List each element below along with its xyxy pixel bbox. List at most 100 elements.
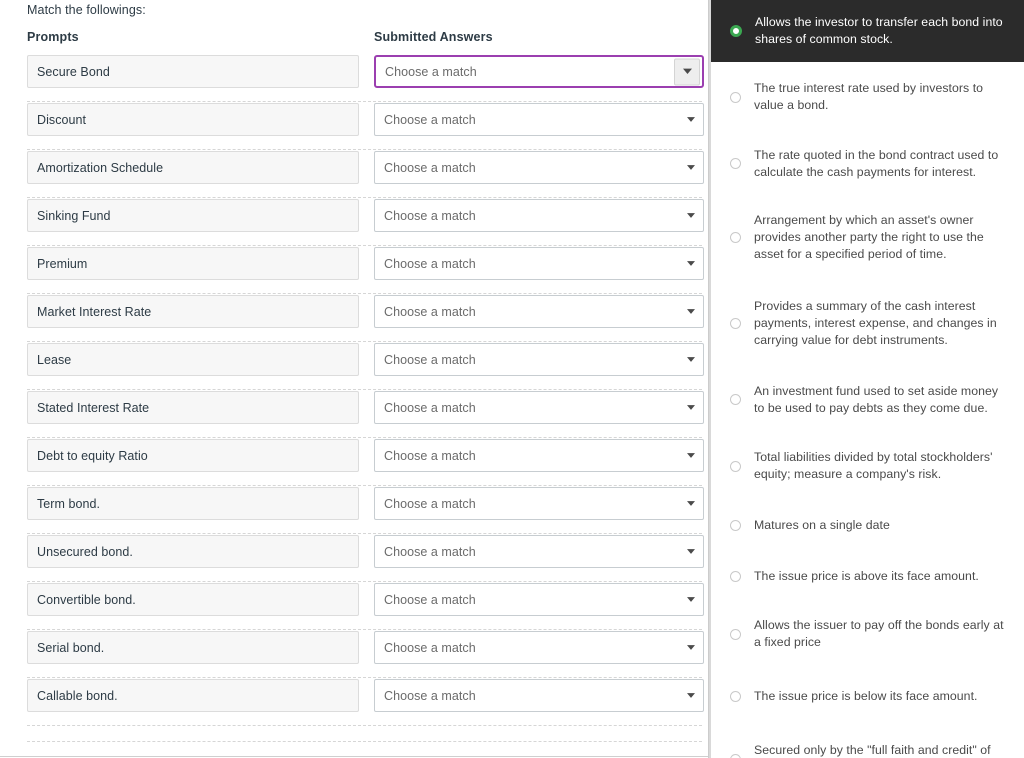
answer-bank-text: Secured only by the "full faith and cred…: [754, 743, 991, 757]
answer-select-value: Choose a match: [384, 592, 476, 607]
answer-select[interactable]: Choose a match: [374, 631, 704, 664]
chevron-down-icon[interactable]: [686, 307, 696, 317]
prompt-box: Market Interest Rate: [27, 295, 359, 328]
radio-button-icon[interactable]: [730, 460, 741, 472]
prompt-label: Secure Bond: [37, 64, 110, 79]
match-row: Debt to equity Ratio Choose a match: [0, 438, 710, 486]
chevron-down-icon[interactable]: [674, 58, 700, 85]
prompt-label: Lease: [37, 352, 72, 367]
radio-button-icon[interactable]: [730, 628, 741, 640]
prompt-box: Discount: [27, 103, 359, 136]
chevron-down-icon[interactable]: [686, 499, 696, 509]
prompt-box: Secure Bond: [27, 55, 359, 88]
answer-bank-item[interactable]: Allows the issuer to pay off the bonds e…: [711, 601, 1024, 667]
radio-button-icon[interactable]: [730, 519, 741, 531]
answer-bank-item[interactable]: Allows the investor to transfer each bon…: [711, 0, 1024, 62]
answer-bank-item[interactable]: Provides a summary of the cash interest …: [711, 280, 1024, 366]
chevron-down-icon[interactable]: [686, 355, 696, 365]
chevron-down-icon[interactable]: [686, 643, 696, 653]
answer-select-value: Choose a match: [384, 352, 476, 367]
answer-select[interactable]: Choose a match: [374, 247, 704, 280]
prompt-label: Convertible bond.: [37, 592, 136, 607]
column-headers: Prompts Submitted Answers: [0, 30, 710, 48]
answer-select[interactable]: Choose a match: [374, 55, 704, 88]
radio-button-icon[interactable]: [730, 753, 741, 758]
match-row: Sinking Fund Choose a match: [0, 198, 710, 246]
answer-select-value: Choose a match: [384, 544, 476, 559]
chevron-down-icon[interactable]: [686, 211, 696, 221]
answer-bank-item[interactable]: Total liabilities divided by total stock…: [711, 433, 1024, 499]
chevron-down-icon[interactable]: [686, 163, 696, 173]
answer-select-value: Choose a match: [385, 64, 477, 79]
prompt-box: Term bond.: [27, 487, 359, 520]
answer-bank-text: An investment fund used to set aside mon…: [754, 383, 999, 415]
match-row: Convertible bond. Choose a match: [0, 582, 710, 630]
radio-button-icon[interactable]: [730, 25, 742, 37]
answer-select[interactable]: Choose a match: [374, 343, 704, 376]
answer-select[interactable]: Choose a match: [374, 439, 704, 472]
prompt-box: Premium: [27, 247, 359, 280]
prompt-box: Stated Interest Rate: [27, 391, 359, 424]
answer-bank-text: Total liabilities divided by total stock…: [754, 450, 993, 481]
answer-bank-item[interactable]: Secured only by the "full faith and cred…: [711, 725, 1024, 758]
match-row: Discount Choose a match: [0, 102, 710, 150]
chevron-down-icon[interactable]: [686, 259, 696, 269]
match-row: Secure Bond Choose a match: [0, 54, 710, 102]
answer-bank-item[interactable]: An investment fund used to set aside mon…: [711, 366, 1024, 433]
bottom-rule: [0, 756, 710, 757]
answer-bank-text: Arrangement by which an asset's owner pr…: [754, 213, 984, 261]
match-row: Market Interest Rate Choose a match: [0, 294, 710, 342]
radio-button-icon[interactable]: [730, 158, 741, 169]
chevron-down-icon[interactable]: [686, 691, 696, 701]
answer-select[interactable]: Choose a match: [374, 151, 704, 184]
prompt-label: Term bond.: [37, 496, 101, 511]
match-row: Stated Interest Rate Choose a match: [0, 390, 710, 438]
prompt-box: Lease: [27, 343, 359, 376]
answer-select[interactable]: Choose a match: [374, 295, 704, 328]
answer-select-value: Choose a match: [384, 688, 476, 703]
answer-select-value: Choose a match: [384, 208, 476, 223]
answer-select-value: Choose a match: [384, 496, 476, 511]
answer-bank-item[interactable]: The true interest rate used by investors…: [711, 62, 1024, 132]
radio-button-icon[interactable]: [730, 394, 741, 405]
tail-divider: [27, 741, 702, 742]
answer-select[interactable]: Choose a match: [374, 535, 704, 568]
chevron-down-icon[interactable]: [686, 403, 696, 413]
radio-button-icon[interactable]: [730, 232, 741, 243]
answer-bank-text: Matures on a single date: [754, 517, 890, 532]
radio-button-icon[interactable]: [730, 690, 741, 702]
radio-button-icon[interactable]: [730, 91, 741, 103]
answer-select[interactable]: Choose a match: [374, 199, 704, 232]
radio-button-icon[interactable]: [730, 317, 741, 329]
chevron-down-icon[interactable]: [686, 595, 696, 605]
answer-select[interactable]: Choose a match: [374, 679, 704, 712]
answer-select-value: Choose a match: [384, 160, 476, 175]
column-header-answers: Submitted Answers: [374, 30, 493, 44]
answer-bank-item[interactable]: Matures on a single date: [711, 499, 1024, 551]
chevron-down-icon[interactable]: [686, 115, 696, 125]
radio-button-icon[interactable]: [730, 570, 741, 582]
chevron-down-icon[interactable]: [686, 451, 696, 461]
answer-bank-item[interactable]: Arrangement by which an asset's owner pr…: [711, 195, 1024, 280]
match-panel: Match the followings: Prompts Submitted …: [0, 0, 710, 758]
answer-bank: Allows the investor to transfer each bon…: [711, 0, 1024, 758]
answer-select[interactable]: Choose a match: [374, 487, 704, 520]
prompt-box: Serial bond.: [27, 631, 359, 664]
prompt-label: Debt to equity Ratio: [37, 448, 148, 463]
prompt-label: Unsecured bond.: [37, 544, 133, 559]
answer-select[interactable]: Choose a match: [374, 583, 704, 616]
prompt-label: Sinking Fund: [37, 208, 111, 223]
answer-select[interactable]: Choose a match: [374, 391, 704, 424]
match-row: Premium Choose a match: [0, 246, 710, 294]
prompt-label: Discount: [37, 112, 87, 127]
match-row: Callable bond. Choose a match: [0, 678, 710, 726]
answer-bank-text: The issue price is above its face amount…: [754, 568, 979, 583]
prompt-box: Convertible bond.: [27, 583, 359, 616]
chevron-down-icon[interactable]: [686, 547, 696, 557]
answer-select[interactable]: Choose a match: [374, 103, 704, 136]
answer-bank-item[interactable]: The rate quoted in the bond contract use…: [711, 132, 1024, 195]
answer-bank-text: The true interest rate used by investors…: [754, 81, 984, 112]
answer-bank-item[interactable]: The issue price is above its face amount…: [711, 551, 1024, 601]
answer-select-value: Choose a match: [384, 640, 476, 655]
answer-bank-item[interactable]: The issue price is below its face amount…: [711, 667, 1024, 725]
